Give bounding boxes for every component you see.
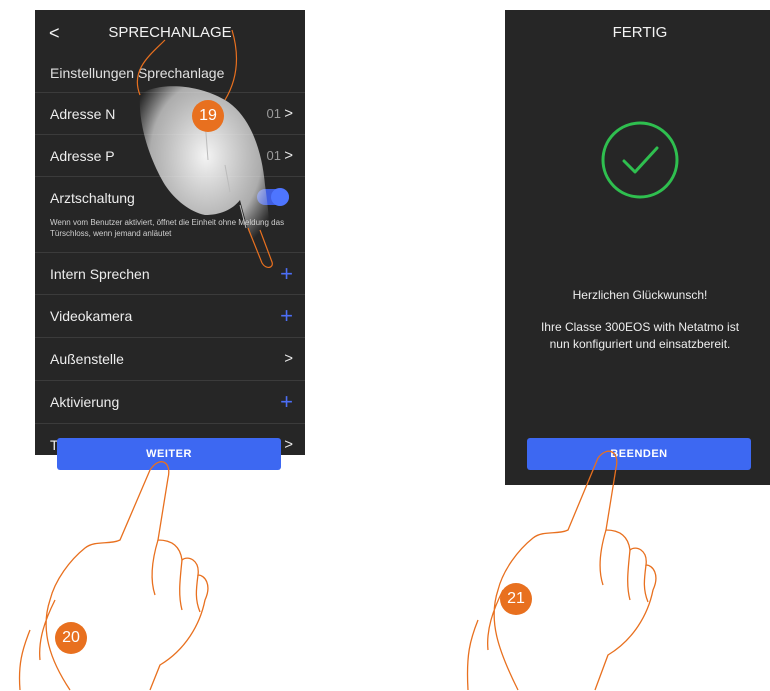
hand-21-icon: [466, 450, 657, 691]
step-badge-19: 19: [192, 100, 224, 132]
step-badge-21: 21: [500, 583, 532, 615]
hand-illustrations: [18, 29, 657, 691]
hand-19-icon: [136, 29, 273, 268]
hand-20-icon: [18, 461, 209, 691]
step-badge-20: 20: [55, 622, 87, 654]
